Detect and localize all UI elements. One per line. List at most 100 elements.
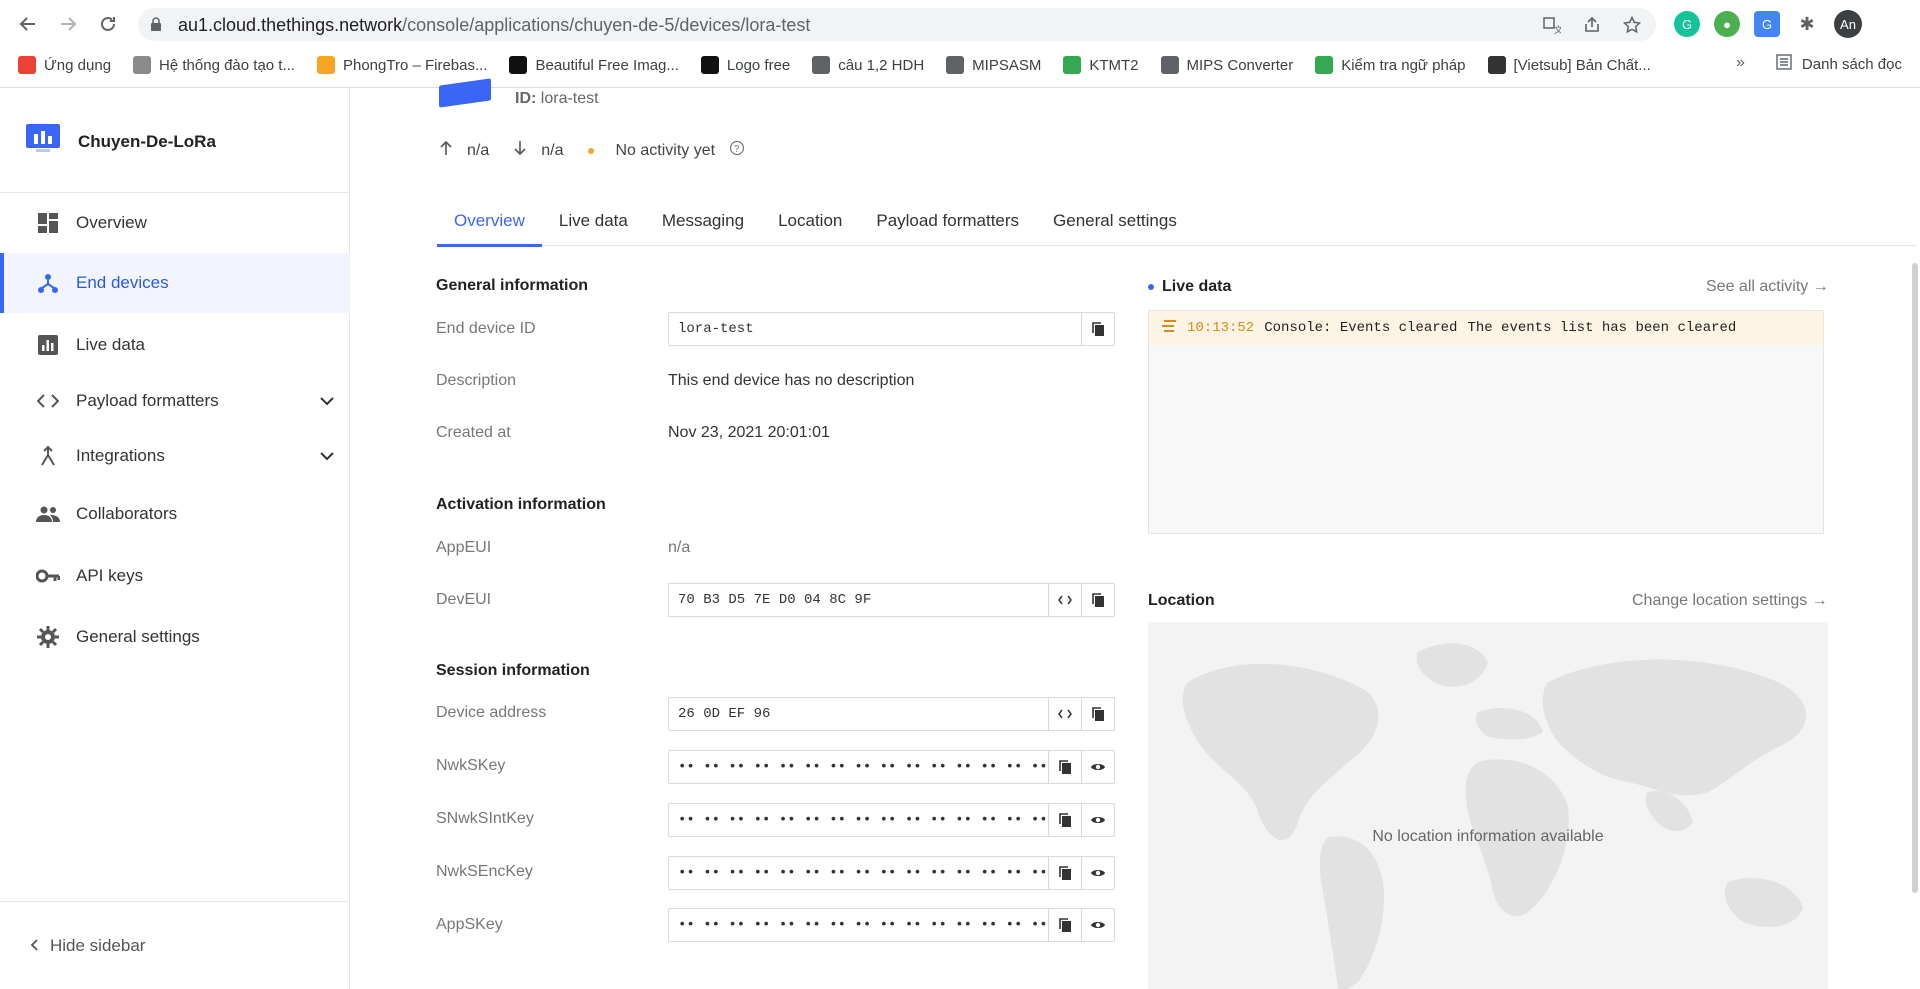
sidebar-item-api-keys[interactable]: API keys <box>0 546 350 606</box>
profile-avatar[interactable]: An <box>1834 10 1862 38</box>
live-data-title: Live data <box>1148 278 1231 296</box>
sidebar-item-integrations[interactable]: Integrations <box>0 426 350 486</box>
bookmark-label: MIPSASM <box>972 56 1042 74</box>
snwksintkey-field: •• •• •• •• •• •• •• •• •• •• •• •• •• •… <box>668 803 1115 837</box>
grammarly-icon[interactable]: G <box>1674 11 1700 37</box>
bookmark-favicon-icon <box>700 56 719 74</box>
sidebar-item-label: Live data <box>76 335 145 354</box>
bookmark-item[interactable]: PhongTro – Firebas... <box>316 56 488 74</box>
copy-icon[interactable] <box>1048 909 1081 941</box>
bookmark-item[interactable]: câu 1,2 HDH <box>812 56 924 74</box>
app-brand[interactable]: Chuyen-De-LoRa <box>26 124 216 159</box>
tab-overview[interactable]: Overview <box>437 196 542 247</box>
puzzle-icon[interactable]: ✱ <box>1794 11 1820 37</box>
translate-icon[interactable]: 文 <box>1540 13 1564 37</box>
bookmark-favicon-icon <box>18 56 36 74</box>
eye-icon[interactable] <box>1081 857 1114 889</box>
google-translate-icon[interactable]: G <box>1754 11 1780 37</box>
bookmark-label: câu 1,2 HDH <box>838 56 925 74</box>
device-icon <box>36 271 60 295</box>
device-stats: n/a n/a No activity yet ? <box>439 140 745 161</box>
sidebar-item-end-devices[interactable]: End devices <box>0 253 350 313</box>
star-icon[interactable] <box>1620 13 1644 37</box>
sidebar-item-live-data[interactable]: Live data <box>0 315 350 375</box>
eye-icon[interactable] <box>1081 751 1114 783</box>
sidebar-item-label: API keys <box>76 566 144 585</box>
created-at-label: Created at <box>436 424 511 441</box>
bookmark-favicon-icon <box>133 56 152 74</box>
session-info-title: Session information <box>436 662 590 679</box>
appskey-masked-value: •• •• •• •• •• •• •• •• •• •• •• •• •• •… <box>678 917 1048 933</box>
appeui-value: n/a <box>668 539 691 556</box>
status-dot <box>587 147 594 154</box>
chevron-left-icon <box>30 936 40 956</box>
copy-icon[interactable] <box>1048 751 1081 783</box>
people-icon <box>36 502 60 526</box>
browser-chrome: au1.cloud.thethings.network/console/appl… <box>0 0 1920 88</box>
see-all-activity-link[interactable]: See all activity → <box>1706 278 1829 296</box>
globe-extension-icon[interactable]: ● <box>1714 11 1740 37</box>
bookmark-label: Beautiful Free Imag... <box>535 56 679 74</box>
copy-icon[interactable] <box>1048 857 1081 889</box>
device-address-label: Device address <box>436 704 547 721</box>
bookmark-item[interactable]: MIPSASM <box>946 56 1041 74</box>
byte-order-toggle-icon[interactable] <box>1048 698 1081 730</box>
address-bar[interactable]: au1.cloud.thethings.network/console/appl… <box>138 8 1656 41</box>
bookmark-item[interactable]: [Vietsub] Bản Chất... <box>1487 56 1651 74</box>
help-icon[interactable]: ? <box>729 140 745 161</box>
tab-location[interactable]: Location <box>761 196 859 246</box>
bookmark-item[interactable]: Logo free <box>700 56 790 74</box>
id-value: lora-test <box>540 90 599 107</box>
gear-icon <box>36 625 60 649</box>
nwkskey-label: NwkSKey <box>436 757 506 774</box>
location-title: Location <box>1148 592 1215 609</box>
change-location-settings-link[interactable]: Change location settings → <box>1632 592 1828 610</box>
bookmark-item[interactable]: Kiểm tra ngữ pháp <box>1315 56 1466 74</box>
bookmark-item[interactable]: Ứng dụng <box>18 56 111 74</box>
reading-list-button[interactable]: Danh sách đọc <box>1776 54 1902 74</box>
share-icon[interactable] <box>1580 13 1604 37</box>
more-bookmarks-button[interactable]: » <box>1736 54 1745 72</box>
bookmark-item[interactable]: KTMT2 <box>1063 56 1139 74</box>
tab-live-data[interactable]: Live data <box>542 196 645 246</box>
sidebar-item-payload-formatters[interactable]: Payload formatters <box>0 371 350 431</box>
bookmark-favicon-icon <box>509 56 528 74</box>
event-row[interactable]: 10:13:52 Console: Events cleared The eve… <box>1149 311 1823 345</box>
chevron-down-icon[interactable] <box>320 448 334 464</box>
snwksintkey-masked-value: •• •• •• •• •• •• •• •• •• •• •• •• •• •… <box>678 812 1048 828</box>
copy-icon[interactable] <box>1048 804 1081 836</box>
reload-icon[interactable] <box>94 10 122 38</box>
chevron-down-icon[interactable] <box>320 393 334 409</box>
byte-order-toggle-icon[interactable] <box>1048 584 1081 616</box>
page-scrollbar[interactable] <box>1912 263 1918 893</box>
back-icon[interactable] <box>14 10 42 38</box>
tab-messaging[interactable]: Messaging <box>645 196 761 246</box>
id-label: ID: <box>515 90 537 107</box>
appskey-label: AppSKey <box>436 916 503 933</box>
sidebar-item-collaborators[interactable]: Collaborators <box>0 484 350 544</box>
bookmark-item[interactable]: Hệ thống đào tạo t... <box>133 56 295 74</box>
event-type: Console: Events cleared <box>1264 320 1458 336</box>
eye-icon[interactable] <box>1081 909 1114 941</box>
tab-payload-formatters[interactable]: Payload formatters <box>859 196 1036 246</box>
copy-icon[interactable] <box>1081 698 1114 730</box>
url-path: /console/applications/chuyen-de-5/device… <box>402 15 811 35</box>
activation-info-title: Activation information <box>436 496 606 513</box>
code-icon <box>36 389 60 413</box>
sidebar-item-overview[interactable]: Overview <box>0 193 350 253</box>
no-location-message: No location information available <box>1372 828 1604 845</box>
deveui-field: 70 B3 D5 7E D0 04 8C 9F <box>668 583 1115 617</box>
eye-icon[interactable] <box>1081 804 1114 836</box>
sidebar-item-label: End devices <box>76 273 169 292</box>
bookmark-label: Ứng dụng <box>44 56 112 74</box>
bookmark-item[interactable]: MIPS Converter <box>1160 56 1293 74</box>
forward-icon[interactable] <box>54 10 82 38</box>
device-address-field: 26 0D EF 96 <box>668 697 1115 731</box>
tab-general-settings[interactable]: General settings <box>1036 196 1194 246</box>
hide-sidebar-button[interactable]: Hide sidebar <box>0 901 350 989</box>
bookmark-label: PhongTro – Firebas... <box>342 56 488 74</box>
copy-icon[interactable] <box>1081 313 1114 345</box>
bookmark-item[interactable]: Beautiful Free Imag... <box>509 56 679 74</box>
sidebar-item-general-settings[interactable]: General settings <box>0 607 350 667</box>
copy-icon[interactable] <box>1081 584 1114 616</box>
